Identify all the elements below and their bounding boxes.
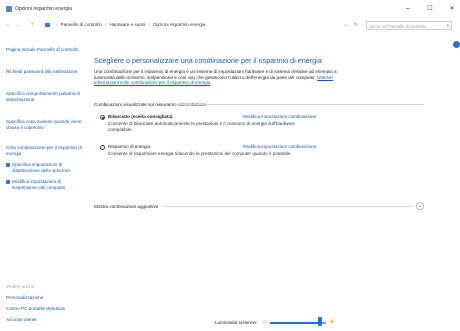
power-options-icon [6,6,12,12]
expand-chevron-icon[interactable]: ⌄ [416,202,424,210]
sidebar: Pagina iniziale Pannello di controllo Ri… [0,33,90,331]
link-mobility-center[interactable]: Centro PC portatile Windows [6,306,65,311]
divider [162,206,414,207]
minimize-button[interactable]: – [402,4,414,14]
sidebar-item-display-off[interactable]: Specifica impostazioni di disattivazione… [6,162,86,173]
control-panel-icon [45,22,50,27]
breadcrumb-separator: › [148,22,150,27]
brightness-high-icon: ☀ [329,319,336,326]
title-bar: Opzioni risparmio energia – ☐ ✕ [0,0,460,19]
help-icon[interactable] [453,41,460,48]
see-also-heading: Vedere anche [6,284,35,289]
link-user-accounts[interactable]: Account utente [6,317,37,322]
sidebar-item-require-password[interactable]: Richiedi password alla riattivazione [6,69,86,75]
up-button[interactable]: ↑ [28,22,36,28]
sidebar-item-lid-close[interactable]: Specifica cosa avviene quando viene chiu… [6,119,86,130]
breadcrumb-hardware-sound[interactable]: Hardware e suoni [109,22,145,27]
brightness-low-icon: ☼ [262,319,267,325]
history-dropdown-icon[interactable]: ⌄ [344,22,348,28]
breadcrumb: › Pannello di controllo › Hardware e suoni ›… [45,22,205,30]
shield-icon [6,180,10,184]
sidebar-item-create-plan[interactable]: Crea combinazione per il risparmio di en… [6,145,86,156]
breadcrumb-power-options[interactable]: Opzioni risparmio energia [153,22,205,27]
forward-button[interactable]: → [14,22,22,28]
shield-icon [6,163,10,167]
breadcrumb-control-panel[interactable]: Pannello di controllo [61,22,102,27]
plan-balanced-radio[interactable] [100,115,105,120]
sidebar-item-label: Modifica impostazioni di sospensione del… [12,179,66,190]
plan-power-saver-radio[interactable] [100,145,105,150]
sidebar-item-label: Specifica impostazioni di disattivazione… [12,162,70,173]
close-button[interactable]: ✕ [446,4,458,14]
search-icon[interactable]: ⌕ [446,23,449,29]
sidebar-item-sleep-settings[interactable]: Modifica impostazioni di sospensione del… [6,179,86,190]
back-button[interactable]: ← [4,22,12,28]
divider [174,104,424,105]
breadcrumb-separator: › [56,22,58,27]
maximize-button[interactable]: ☐ [424,4,436,14]
sidebar-item-power-buttons[interactable]: Specifica comportamento pulsanti di alim… [6,91,86,102]
sidebar-item-control-panel-home[interactable]: Pagina iniziale Pannello di controllo [6,47,86,53]
plan-balanced-edit-link[interactable]: Modifica impostazioni combinazione [243,114,317,119]
brightness-label: Luminosità schermo: [215,320,258,325]
plan-name[interactable]: Risparmio di energia [108,144,150,149]
page-title: Scegliere o personalizzare una combinazi… [94,56,322,65]
link-personalization[interactable]: Personalizzazione [6,295,43,300]
description-text: Una combinazione per il risparmio di ene… [94,69,337,80]
plan-description: Consente di bilanciare automaticamente l… [108,121,296,132]
address-bar: ← → ↑ › Pannello di controllo › Hardware e … [0,19,460,33]
page-description: Una combinazione per il risparmio di ene… [94,69,338,86]
plan-description: Consente di risparmiare energia riducend… [108,151,292,156]
plan-power-saver-edit-link[interactable]: Modifica impostazioni combinazione [243,144,317,149]
plans-group-label: Combinazioni visualizzate sul misuratore… [94,102,207,107]
brightness-slider-fill [270,322,321,324]
search-input[interactable]: Cerca nel Pannello di controllo ⌕ [366,21,452,30]
search-placeholder: Cerca nel Pannello di controllo [369,23,426,29]
breadcrumb-separator: › [104,22,107,27]
window-title: Opzioni risparmio energia [15,6,72,12]
plan-name[interactable]: Bilanciato (scelta consigliata) [108,114,173,119]
brightness-slider-thumb[interactable] [318,317,323,326]
show-more-plans-label[interactable]: Mostra combinazioni aggiuntive [94,204,158,209]
refresh-icon[interactable]: ↻ [354,22,358,28]
